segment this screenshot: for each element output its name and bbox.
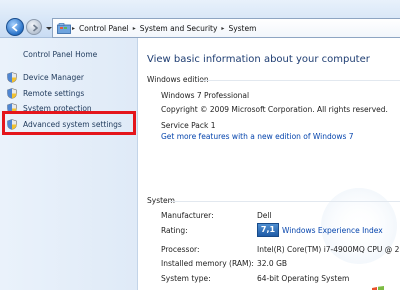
- sidebar-item-label: Device Manager: [23, 72, 84, 82]
- processor-value: Intel(R) Core(TM) i7-4900MQ CPU @ 2.80C: [257, 245, 400, 254]
- page-title: View basic information about your comput…: [147, 54, 370, 65]
- memory-value: 32.0 GB: [257, 259, 288, 268]
- address-bar: ▸ Control Panel ▸ System and Security ▸ …: [0, 0, 400, 38]
- section-divider: [169, 201, 400, 202]
- breadcrumb-system-and-security[interactable]: System and Security: [137, 24, 221, 33]
- breadcrumb[interactable]: ▸ Control Panel ▸ System and Security ▸ …: [52, 18, 400, 38]
- back-arrow-icon: [11, 23, 18, 32]
- manufacturer-value: Dell: [257, 211, 272, 220]
- more-features-link[interactable]: Get more features with a new edition of …: [161, 132, 354, 141]
- rating-label: Rating:: [161, 226, 188, 235]
- breadcrumb-system[interactable]: System: [225, 24, 259, 33]
- shield-icon: [7, 71, 17, 83]
- experience-index-badge[interactable]: 7,1: [257, 223, 279, 237]
- windows-flag-icon: [372, 286, 384, 290]
- system-type-value: 64-bit Operating System: [257, 274, 350, 283]
- service-pack: Service Pack 1: [161, 121, 216, 130]
- sidebar-item-label: Remote settings: [23, 88, 85, 98]
- breadcrumb-control-panel[interactable]: Control Panel: [76, 24, 132, 33]
- experience-index-link[interactable]: Windows Experience Index: [282, 226, 383, 235]
- manufacturer-label: Manufacturer:: [161, 211, 214, 220]
- control-panel-home-link[interactable]: Control Panel Home: [23, 50, 97, 59]
- sidebar-item-remote-settings[interactable]: Remote settings: [7, 87, 84, 99]
- forward-button[interactable]: [26, 19, 42, 35]
- highlight-box: [2, 111, 136, 135]
- main-content: View basic information about your comput…: [139, 38, 400, 290]
- edition-name: Windows 7 Professional: [161, 91, 250, 100]
- system-type-label: System type:: [161, 274, 211, 283]
- shield-icon: [7, 87, 17, 99]
- processor-label: Processor:: [161, 245, 200, 254]
- memory-label: Installed memory (RAM):: [161, 259, 254, 268]
- control-panel-folder-icon: [57, 22, 71, 34]
- sidebar-item-device-manager[interactable]: Device Manager: [7, 71, 84, 83]
- section-divider: [199, 80, 400, 81]
- forward-arrow-icon: [32, 24, 39, 32]
- copyright-text: Copyright © 2009 Microsoft Corporation. …: [161, 105, 388, 114]
- back-button[interactable]: [6, 18, 24, 36]
- left-task-pane: Control Panel Home Device Manager Remote…: [0, 38, 138, 290]
